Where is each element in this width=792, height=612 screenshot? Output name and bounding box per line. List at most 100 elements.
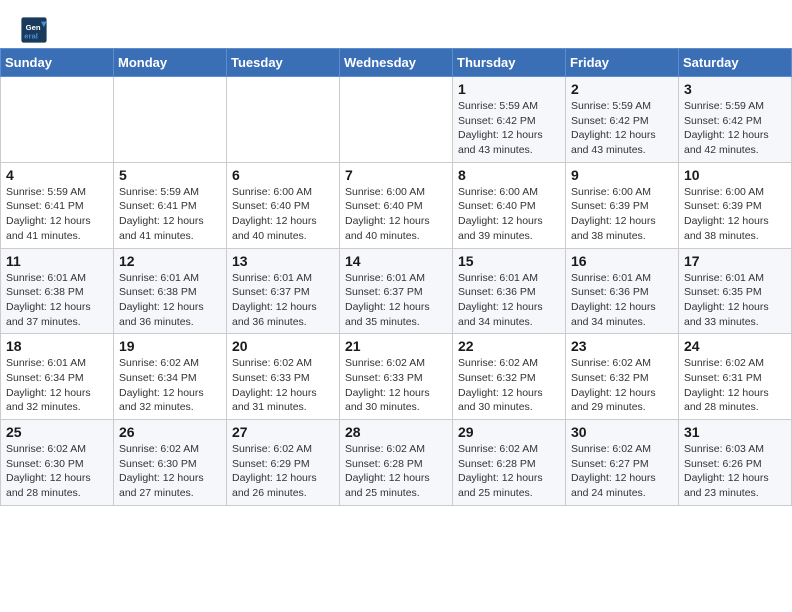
day-detail: Sunrise: 6:03 AM Sunset: 6:26 PM Dayligh…	[684, 442, 786, 501]
day-number: 8	[458, 167, 560, 183]
day-detail: Sunrise: 6:00 AM Sunset: 6:40 PM Dayligh…	[458, 185, 560, 244]
svg-text:eral: eral	[24, 31, 38, 40]
calendar-cell	[1, 77, 114, 163]
day-number: 18	[6, 338, 108, 354]
calendar-cell: 27Sunrise: 6:02 AM Sunset: 6:29 PM Dayli…	[227, 420, 340, 506]
day-detail: Sunrise: 6:01 AM Sunset: 6:38 PM Dayligh…	[6, 271, 108, 330]
calendar-cell: 10 Sunrise: 6:00 AM Sunset: 6:39 PM Dayli…	[679, 162, 792, 248]
logo-icon: Gen eral	[20, 16, 48, 44]
day-detail: Sunrise: 6:02 AM Sunset: 6:29 PM Dayligh…	[232, 442, 334, 501]
day-detail: Sunrise: 6:01 AM Sunset: 6:37 PM Dayligh…	[232, 271, 334, 330]
day-detail: Sunrise: 6:02 AM Sunset: 6:32 PM Dayligh…	[571, 356, 673, 415]
calendar-cell: 8 Sunrise: 6:00 AM Sunset: 6:40 PM Daylig…	[453, 162, 566, 248]
calendar-cell: 18 Sunrise: 6:01 AM Sunset: 6:34 PM Dayli…	[1, 334, 114, 420]
day-number: 17	[684, 253, 786, 269]
day-detail: Sunrise: 6:02 AM Sunset: 6:33 PM Dayligh…	[232, 356, 334, 415]
day-number: 5	[119, 167, 221, 183]
day-number: 14	[345, 253, 447, 269]
calendar-cell: 26 Sunrise: 6:02 AM Sunset: 6:30 PM Dayli…	[114, 420, 227, 506]
day-detail: Sunrise: 6:02 AM Sunset: 6:31 PM Dayligh…	[684, 356, 786, 415]
calendar-cell: 13Sunrise: 6:01 AM Sunset: 6:37 PM Dayli…	[227, 248, 340, 334]
day-detail: Sunrise: 6:02 AM Sunset: 6:34 PM Dayligh…	[119, 356, 221, 415]
day-header-thursday: Thursday	[453, 49, 566, 77]
week-row-4: 18 Sunrise: 6:01 AM Sunset: 6:34 PM Dayli…	[1, 334, 792, 420]
day-number: 26	[119, 424, 221, 440]
day-detail: Sunrise: 5:59 AM Sunset: 6:41 PM Dayligh…	[119, 185, 221, 244]
day-detail: Sunrise: 6:02 AM Sunset: 6:27 PM Dayligh…	[571, 442, 673, 501]
day-detail: Sunrise: 6:00 AM Sunset: 6:39 PM Dayligh…	[684, 185, 786, 244]
day-header-row: SundayMondayTuesdayWednesdayThursdayFrid…	[1, 49, 792, 77]
svg-text:Gen: Gen	[26, 23, 41, 32]
day-detail: Sunrise: 6:00 AM Sunset: 6:40 PM Dayligh…	[232, 185, 334, 244]
logo: Gen eral	[20, 16, 52, 44]
day-number: 12	[119, 253, 221, 269]
calendar-cell: 11 Sunrise: 6:01 AM Sunset: 6:38 PM Dayli…	[1, 248, 114, 334]
calendar-cell: 3 Sunrise: 5:59 AM Sunset: 6:42 PM Daylig…	[679, 77, 792, 163]
day-header-sunday: Sunday	[1, 49, 114, 77]
day-detail: Sunrise: 6:02 AM Sunset: 6:33 PM Dayligh…	[345, 356, 447, 415]
week-row-3: 11 Sunrise: 6:01 AM Sunset: 6:38 PM Dayli…	[1, 248, 792, 334]
day-number: 4	[6, 167, 108, 183]
day-header-monday: Monday	[114, 49, 227, 77]
day-number: 16	[571, 253, 673, 269]
calendar-cell: 23 Sunrise: 6:02 AM Sunset: 6:32 PM Dayli…	[566, 334, 679, 420]
calendar-cell: 1 Sunrise: 5:59 AM Sunset: 6:42 PM Daylig…	[453, 77, 566, 163]
day-number: 29	[458, 424, 560, 440]
day-number: 3	[684, 81, 786, 97]
day-detail: Sunrise: 5:59 AM Sunset: 6:42 PM Dayligh…	[571, 99, 673, 158]
day-header-tuesday: Tuesday	[227, 49, 340, 77]
calendar-cell: 31Sunrise: 6:03 AM Sunset: 6:26 PM Dayli…	[679, 420, 792, 506]
day-detail: Sunrise: 6:01 AM Sunset: 6:34 PM Dayligh…	[6, 356, 108, 415]
day-detail: Sunrise: 6:01 AM Sunset: 6:37 PM Dayligh…	[345, 271, 447, 330]
day-number: 30	[571, 424, 673, 440]
day-number: 23	[571, 338, 673, 354]
calendar-cell: 29 Sunrise: 6:02 AM Sunset: 6:28 PM Dayli…	[453, 420, 566, 506]
day-number: 25	[6, 424, 108, 440]
calendar-cell: 15Sunrise: 6:01 AM Sunset: 6:36 PM Dayli…	[453, 248, 566, 334]
calendar-cell	[340, 77, 453, 163]
calendar-table: SundayMondayTuesdayWednesdayThursdayFrid…	[0, 48, 792, 506]
calendar-cell: 5 Sunrise: 5:59 AM Sunset: 6:41 PM Daylig…	[114, 162, 227, 248]
day-detail: Sunrise: 6:01 AM Sunset: 6:36 PM Dayligh…	[458, 271, 560, 330]
calendar-cell: 9 Sunrise: 6:00 AM Sunset: 6:39 PM Daylig…	[566, 162, 679, 248]
day-detail: Sunrise: 6:02 AM Sunset: 6:30 PM Dayligh…	[119, 442, 221, 501]
page-header: Gen eral	[0, 0, 792, 48]
calendar-cell: 21 Sunrise: 6:02 AM Sunset: 6:33 PM Dayli…	[340, 334, 453, 420]
calendar-cell: 14 Sunrise: 6:01 AM Sunset: 6:37 PM Dayli…	[340, 248, 453, 334]
calendar-cell: 7Sunrise: 6:00 AM Sunset: 6:40 PM Daylig…	[340, 162, 453, 248]
week-row-5: 25 Sunrise: 6:02 AM Sunset: 6:30 PM Dayli…	[1, 420, 792, 506]
calendar-cell: 6 Sunrise: 6:00 AM Sunset: 6:40 PM Daylig…	[227, 162, 340, 248]
day-number: 20	[232, 338, 334, 354]
day-number: 11	[6, 253, 108, 269]
day-number: 6	[232, 167, 334, 183]
day-detail: Sunrise: 6:00 AM Sunset: 6:39 PM Dayligh…	[571, 185, 673, 244]
day-number: 22	[458, 338, 560, 354]
day-detail: Sunrise: 6:02 AM Sunset: 6:28 PM Dayligh…	[458, 442, 560, 501]
day-detail: Sunrise: 5:59 AM Sunset: 6:42 PM Dayligh…	[458, 99, 560, 158]
day-detail: Sunrise: 6:00 AM Sunset: 6:40 PM Dayligh…	[345, 185, 447, 244]
day-number: 10	[684, 167, 786, 183]
day-detail: Sunrise: 6:01 AM Sunset: 6:35 PM Dayligh…	[684, 271, 786, 330]
day-number: 21	[345, 338, 447, 354]
day-detail: Sunrise: 6:02 AM Sunset: 6:28 PM Dayligh…	[345, 442, 447, 501]
day-detail: Sunrise: 5:59 AM Sunset: 6:42 PM Dayligh…	[684, 99, 786, 158]
day-header-friday: Friday	[566, 49, 679, 77]
day-number: 9	[571, 167, 673, 183]
calendar-cell	[227, 77, 340, 163]
day-number: 19	[119, 338, 221, 354]
day-detail: Sunrise: 6:01 AM Sunset: 6:38 PM Dayligh…	[119, 271, 221, 330]
day-number: 1	[458, 81, 560, 97]
calendar-cell: 22Sunrise: 6:02 AM Sunset: 6:32 PM Dayli…	[453, 334, 566, 420]
day-number: 24	[684, 338, 786, 354]
calendar-cell: 25 Sunrise: 6:02 AM Sunset: 6:30 PM Dayli…	[1, 420, 114, 506]
calendar-cell: 2Sunrise: 5:59 AM Sunset: 6:42 PM Daylig…	[566, 77, 679, 163]
calendar-cell	[114, 77, 227, 163]
calendar-cell: 17 Sunrise: 6:01 AM Sunset: 6:35 PM Dayli…	[679, 248, 792, 334]
week-row-1: 1 Sunrise: 5:59 AM Sunset: 6:42 PM Daylig…	[1, 77, 792, 163]
day-detail: Sunrise: 6:02 AM Sunset: 6:30 PM Dayligh…	[6, 442, 108, 501]
calendar-cell: 12 Sunrise: 6:01 AM Sunset: 6:38 PM Dayli…	[114, 248, 227, 334]
calendar-cell: 28Sunrise: 6:02 AM Sunset: 6:28 PM Dayli…	[340, 420, 453, 506]
day-detail: Sunrise: 6:01 AM Sunset: 6:36 PM Dayligh…	[571, 271, 673, 330]
calendar-cell: 30 Sunrise: 6:02 AM Sunset: 6:27 PM Dayli…	[566, 420, 679, 506]
week-row-2: 4 Sunrise: 5:59 AM Sunset: 6:41 PM Daylig…	[1, 162, 792, 248]
